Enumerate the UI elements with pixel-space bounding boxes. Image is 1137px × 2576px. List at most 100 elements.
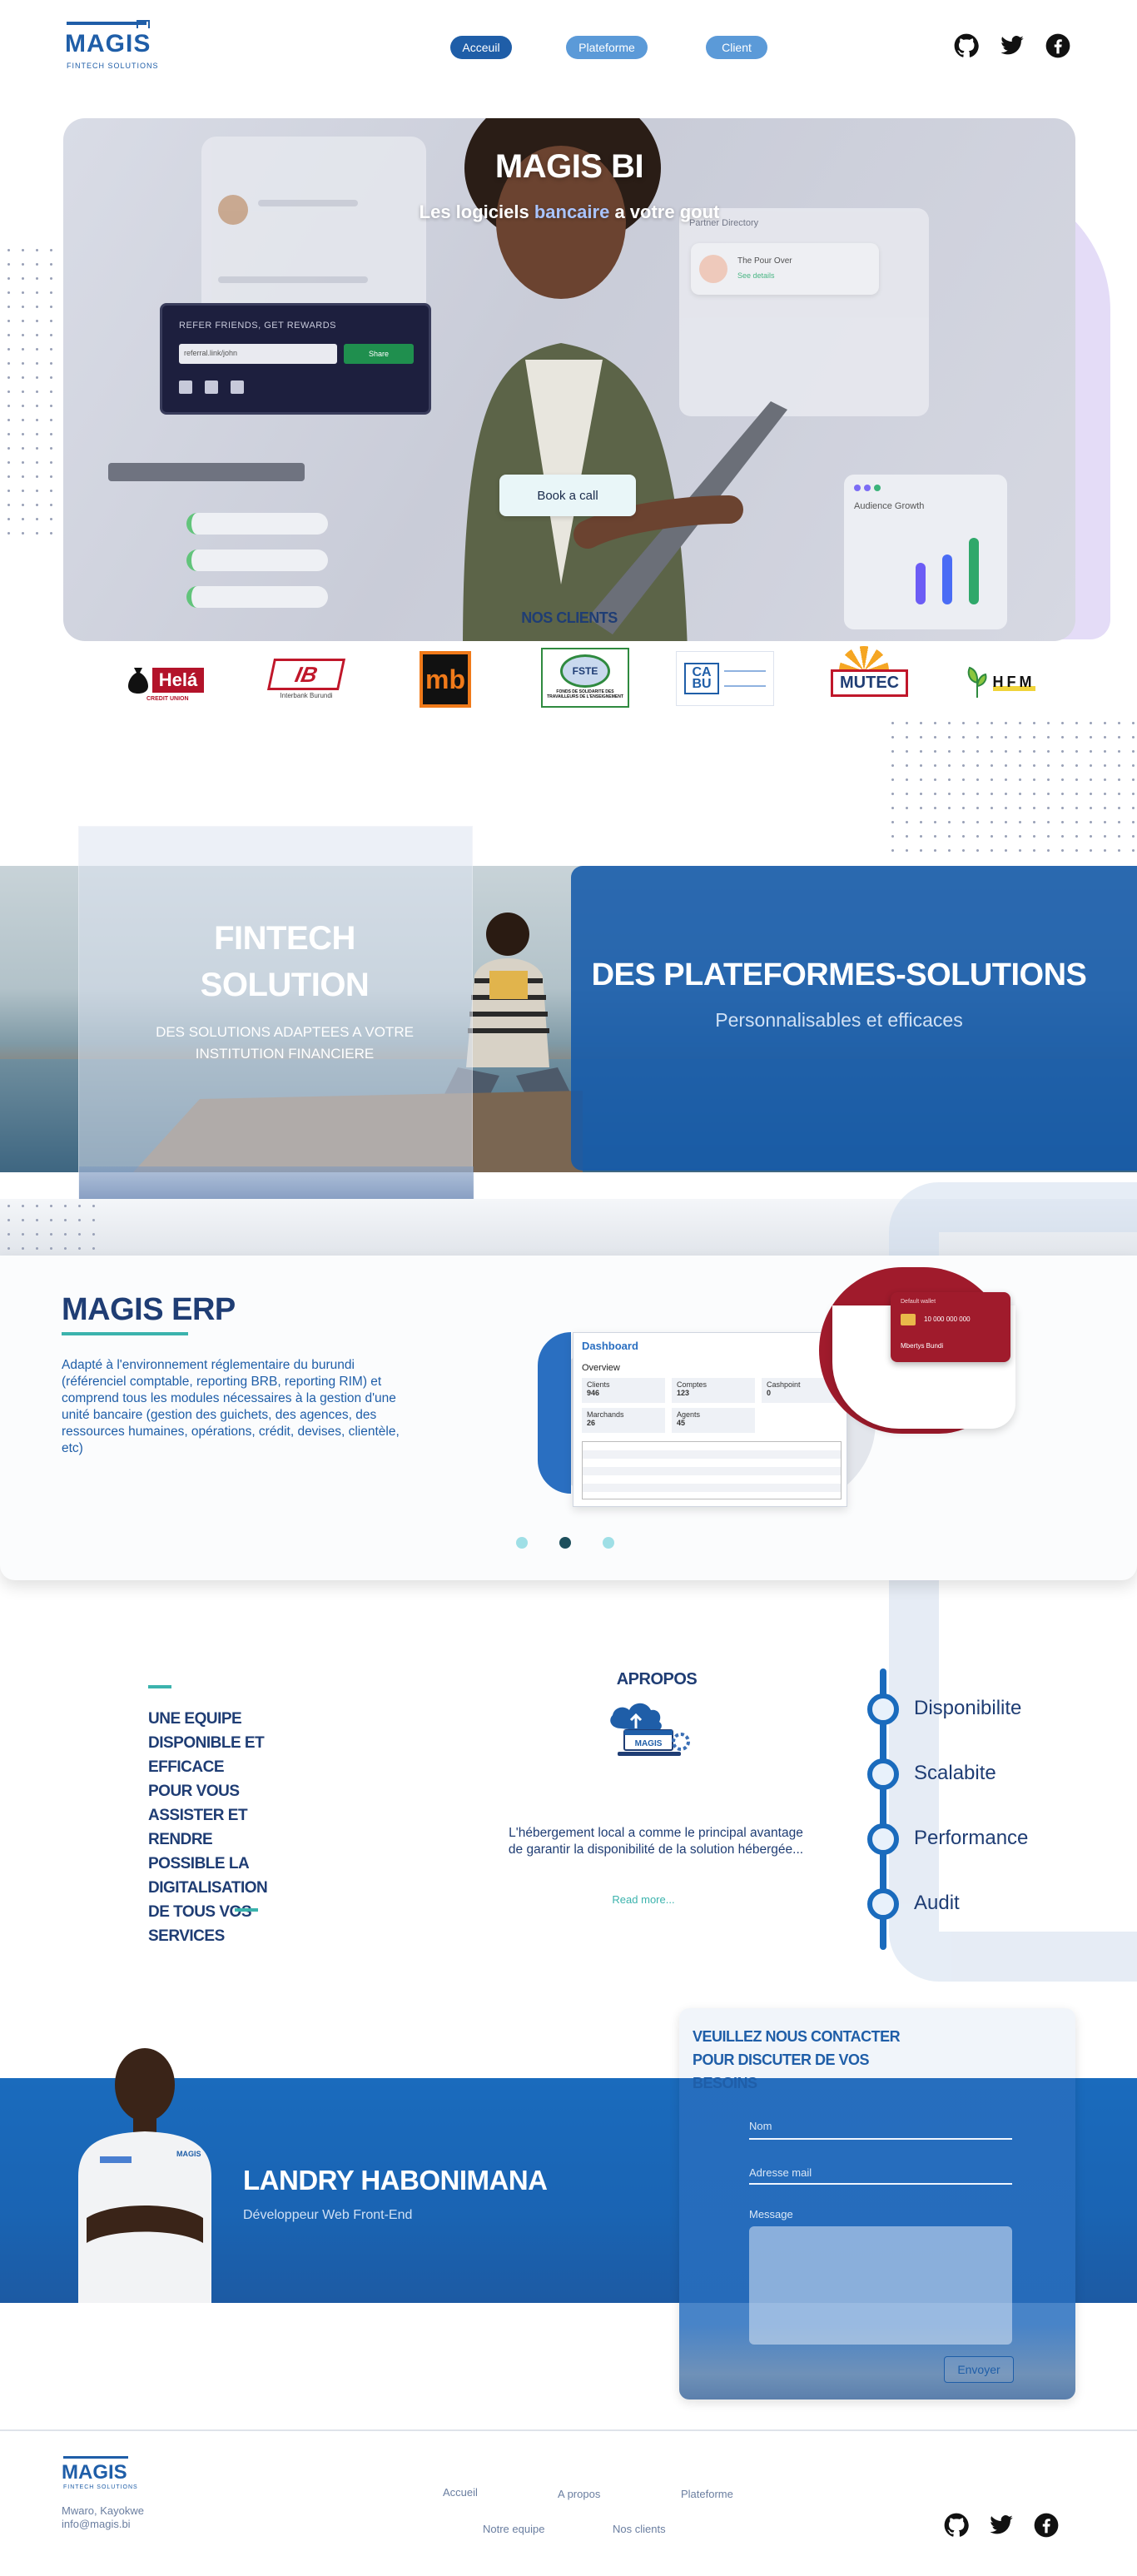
- stat-agents: Agents 45: [672, 1408, 755, 1433]
- team-member-role: Développeur Web Front-End: [243, 2208, 413, 2222]
- hela-name: Helá: [158, 669, 198, 690]
- mutec-mark: MUTEC: [831, 669, 909, 697]
- cabu-lines: [724, 670, 766, 687]
- twitter-icon: [205, 380, 219, 394]
- wallet-name: Mbertys Bundi: [901, 1342, 944, 1350]
- cloud-server-icon: MAGIS: [610, 1703, 690, 1756]
- footer-divider: [0, 2429, 1137, 2431]
- hero-subtitle-post: a votre gout: [609, 201, 720, 222]
- erp-dashboard-mock: Dashboard Overview Clients 946 Comptes 1…: [573, 1332, 847, 1507]
- stat-label: Clients: [587, 1380, 610, 1389]
- stat-value: 0: [767, 1389, 772, 1397]
- clients-heading: NOS CLIENTS: [521, 609, 618, 626]
- svg-text:MAGIS: MAGIS: [635, 1739, 663, 1748]
- footer-link-clients[interactable]: Nos clients: [613, 2523, 666, 2535]
- hero-subtitle-pre: Les logiciels: [419, 201, 534, 222]
- book-call-button[interactable]: Book a call: [499, 475, 636, 516]
- footer-address: Mwaro, Kayokwe: [62, 2504, 144, 2517]
- erp-title-underline: [62, 1332, 188, 1335]
- feature-label: Disponibilite: [914, 1697, 1022, 1719]
- growth-title: Audience Growth: [854, 501, 925, 511]
- logo-wordmark: MAGIS: [65, 30, 151, 57]
- name-field-label: Nom: [749, 2120, 772, 2132]
- footer-logo[interactable]: MAGIS FINTECH SOLUTIONS: [62, 2456, 145, 2494]
- team-member-name: LANDRY HABONIMANA: [243, 2165, 548, 2196]
- facebook-icon[interactable]: [1034, 2513, 1059, 2538]
- footer-link-equipe[interactable]: Notre equipe: [483, 2523, 544, 2535]
- client-logo-fste: FSTE FONDS DE SOLIDARITE DES TRAVAILLEUR…: [541, 648, 629, 708]
- feature-label: Performance: [914, 1827, 1029, 1849]
- email-field-label: Adresse mail: [749, 2166, 812, 2179]
- mock-growth-card: Audience Growth: [844, 475, 1007, 629]
- stat-value: 123: [677, 1389, 690, 1397]
- name-field[interactable]: [749, 2138, 1012, 2140]
- footer-link-apropos[interactable]: A propos: [558, 2488, 600, 2500]
- github-icon[interactable]: [944, 2513, 969, 2538]
- nav-accueil[interactable]: Acceuil: [450, 36, 512, 59]
- footer-link-plateforme[interactable]: Plateforme: [681, 2488, 733, 2500]
- client-logo-interbank: IB Interbank Burundi: [265, 654, 348, 703]
- twitter-icon[interactable]: [989, 2513, 1014, 2538]
- message-field-label: Message: [749, 2208, 793, 2220]
- about-left-bottom-accent: [235, 1908, 258, 1912]
- client-logo-cabu: CA BU: [676, 651, 774, 706]
- site-logo[interactable]: MAGIS FINTECH SOLUTIONS: [65, 20, 165, 73]
- hero-subtitle: Les logiciels bancaire a votre gout: [63, 201, 1075, 223]
- dot-grid-right: [886, 716, 1135, 858]
- facebook-icon[interactable]: [1045, 33, 1070, 58]
- mock-check-row: [186, 550, 328, 571]
- carousel-dot-active[interactable]: [559, 1537, 571, 1549]
- twitter-icon[interactable]: [1000, 33, 1025, 58]
- logo-tagline: FINTECH SOLUTIONS: [67, 62, 159, 70]
- feature-label: Scalabite: [914, 1762, 996, 1784]
- platforms-subtitle: Personnalisables et efficaces: [715, 1009, 963, 1031]
- read-more-link[interactable]: Read more...: [583, 1893, 704, 1906]
- footer-email: info@magis.bi: [62, 2518, 131, 2530]
- mock-check-row: [186, 586, 328, 608]
- stat-value: 946: [587, 1389, 600, 1397]
- referral-social-icons: [179, 380, 262, 397]
- message-textarea[interactable]: [749, 2226, 1012, 2345]
- logo-top-bar: [63, 2456, 128, 2459]
- hero-subtitle-highlight: bancaire: [534, 201, 610, 222]
- hela-mark: Helá: [151, 668, 205, 693]
- growth-dot: [864, 485, 871, 491]
- wallet-card: Default wallet 10 000 000 000 Mbertys Bu…: [891, 1292, 1010, 1362]
- growth-dot: [854, 485, 861, 491]
- carousel-dot[interactable]: [516, 1537, 528, 1549]
- about-left-text: UNE EQUIPE DISPONIBLE ET EFFICACE POUR V…: [148, 1710, 268, 1945]
- mock-check-row: [186, 513, 328, 535]
- about-left-top-accent: [148, 1685, 171, 1688]
- email-field[interactable]: [749, 2183, 1012, 2185]
- interbank-mark: IB: [266, 658, 346, 690]
- fintech-subtitle: DES SOLUTIONS ADAPTEES A VOTRE INSTITUTI…: [156, 1024, 414, 1062]
- mb-mark: mb: [423, 654, 468, 704]
- nav-client[interactable]: Client: [706, 36, 767, 59]
- fste-badge: FSTE: [560, 654, 610, 688]
- feature-ring: [867, 1888, 899, 1920]
- mutec-rays: [839, 646, 889, 671]
- nav-plateforme[interactable]: Plateforme: [566, 36, 648, 59]
- feature-ring: [867, 1758, 899, 1790]
- money-bag-icon: [127, 668, 148, 694]
- stat-marchands: Marchands 26: [582, 1408, 665, 1433]
- wallet-chip: [901, 1314, 916, 1325]
- logo-tagline: FINTECH SOLUTIONS: [63, 2484, 138, 2490]
- referral-title: REFER FRIENDS, GET REWARDS: [179, 321, 337, 331]
- platforms-title: DES PLATEFORMES-SOLUTIONS: [591, 957, 1087, 992]
- fintech-overlay-card: FINTECH SOLUTION DES SOLUTIONS ADAPTEES …: [78, 826, 474, 1214]
- footer-link-accueil[interactable]: Accueil: [443, 2486, 478, 2499]
- growth-bar: [916, 563, 926, 604]
- cabu-mark: CA BU: [684, 663, 719, 694]
- contact-form-card: VEUILLEZ NOUS CONTACTER POUR DISCUTER DE…: [679, 2008, 1075, 2399]
- feature-ring: [867, 1823, 899, 1855]
- mock-toolbar: [108, 463, 305, 481]
- referral-input: referral.link/john: [179, 344, 337, 364]
- erp-wallet-mock: Default wallet 10 000 000 000 Mbertys Bu…: [832, 1292, 1015, 1429]
- hero-banner: Partner Directory The Pour Over See deta…: [63, 118, 1075, 641]
- github-icon[interactable]: [954, 33, 979, 58]
- carousel-dot[interactable]: [603, 1537, 614, 1549]
- submit-button[interactable]: Envoyer: [944, 2356, 1014, 2383]
- client-logo-hela: Helá CREDIT UNION: [117, 656, 215, 704]
- apropos-text: L'hébergement local a comme le principal…: [508, 1826, 804, 1857]
